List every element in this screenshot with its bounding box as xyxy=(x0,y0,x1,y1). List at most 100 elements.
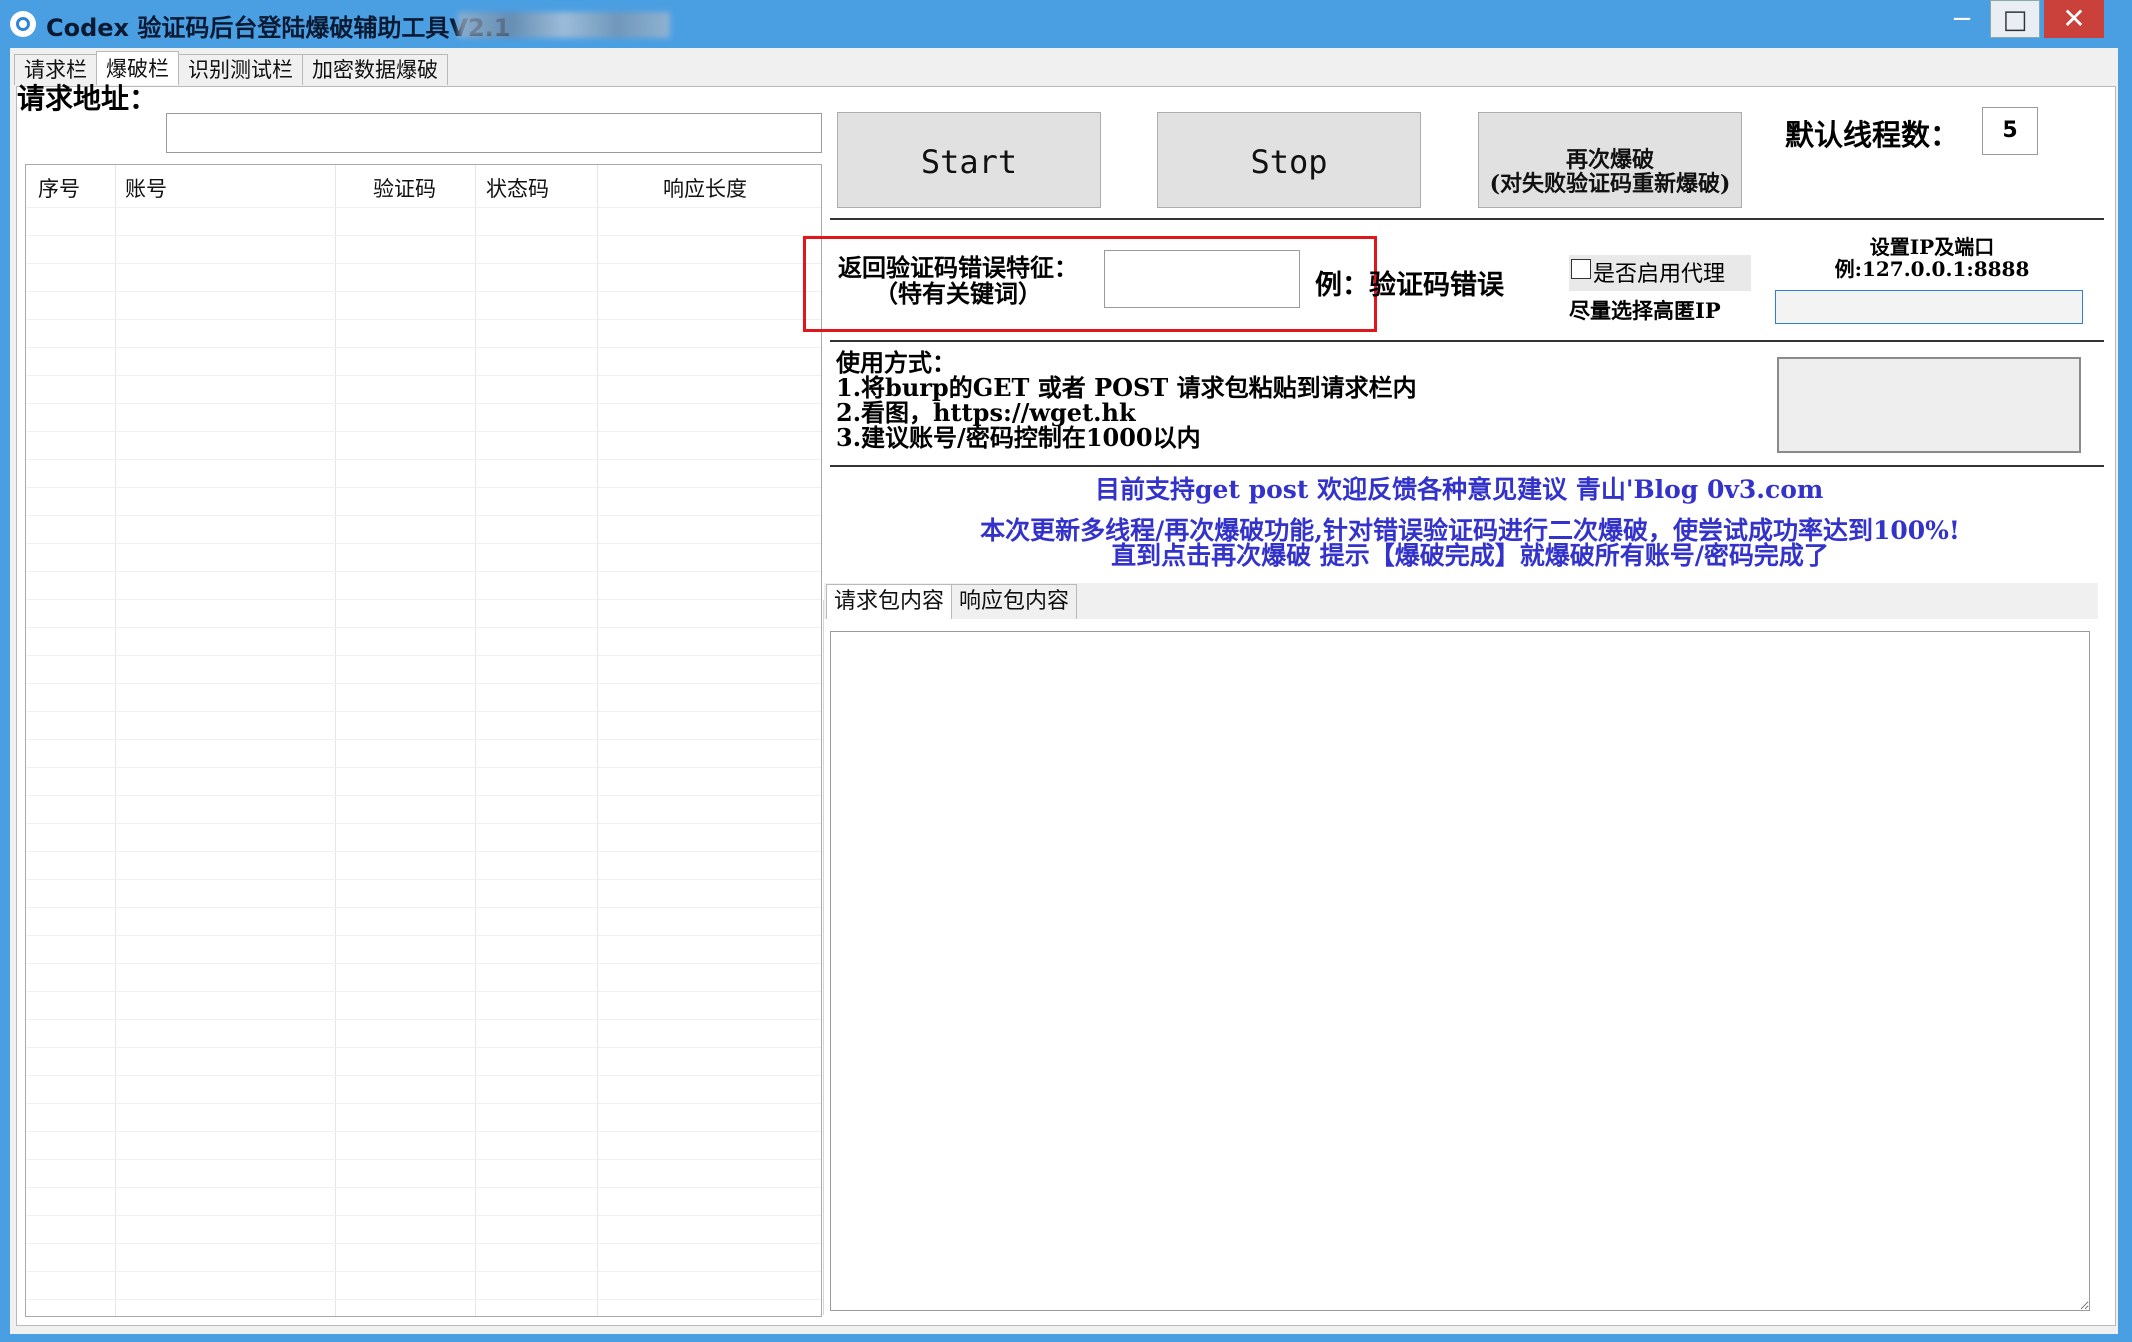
row-line xyxy=(26,347,821,348)
ip-label-title: 设置IP及端口 xyxy=(1869,235,1995,259)
row-line xyxy=(26,599,821,600)
row-line xyxy=(26,1019,821,1020)
row-line xyxy=(26,263,821,264)
usage-line: 3.建议账号/密码控制在1000以内 xyxy=(836,423,1201,452)
usage-line: 1.将burp的GET 或者 POST 请求包粘贴到请求栏内 xyxy=(836,373,1417,402)
row-line xyxy=(26,515,821,516)
usage-line: 2.看图，https://wget.hk xyxy=(836,398,1136,427)
row-line xyxy=(26,963,821,964)
row-line xyxy=(26,459,821,460)
divider xyxy=(830,465,2104,467)
row-line xyxy=(26,823,821,824)
threads-label: 默认线程数： xyxy=(1785,118,1960,152)
url-input[interactable] xyxy=(166,113,822,153)
proxy-hint: 尽量选择高匿IP xyxy=(1569,298,1721,323)
usage-instructions: 使用方式： 1.将burp的GET 或者 POST 请求包粘贴到请求栏内 2.看… xyxy=(836,350,1417,450)
app-window: Codex 验证码后台登陆爆破辅助工具V2.1 − □ ✕ 请求栏 爆破栏 识别… xyxy=(0,0,2132,1342)
row-line xyxy=(26,1299,821,1300)
window-title: Codex 验证码后台登陆爆破辅助工具V2.1 xyxy=(46,14,511,42)
row-line xyxy=(26,991,821,992)
row-line xyxy=(26,655,821,656)
column-divider xyxy=(335,165,336,1316)
result-table[interactable]: 序号 账号 验证码 状态码 响应长度 xyxy=(25,164,822,1317)
table-header: 序号 账号 验证码 状态码 响应长度 xyxy=(26,165,821,207)
error-feature-input[interactable] xyxy=(1104,250,1300,308)
row-line xyxy=(26,1215,821,1216)
url-label: 请求地址： xyxy=(17,82,158,115)
app-logo-icon xyxy=(10,11,36,37)
tab-encrypted-brute[interactable]: 加密数据爆破 xyxy=(302,54,448,85)
update-notice-line: 直到点击再次爆破 提示【爆破完成】就爆破所有账号/密码完成了 xyxy=(1111,541,1829,570)
close-icon[interactable]: ✕ xyxy=(2044,0,2104,38)
packet-tabs: 请求包内容 响应包内容 xyxy=(826,584,1078,619)
error-feature-example: 例：验证码错误 xyxy=(1315,270,1504,301)
row-line xyxy=(26,235,821,236)
row-line xyxy=(26,1047,821,1048)
update-notice: 本次更新多线程/再次爆破功能,针对错误验证码进行二次爆破，使尝试成功率达到100… xyxy=(836,518,2104,568)
retry-brute-button[interactable]: 再次爆破 (对失败验证码重新爆破) xyxy=(1478,112,1742,208)
support-notice: 目前支持get post 欢迎反馈各种意见建议 青山'Blog 0v3.com xyxy=(1095,475,1824,504)
divider xyxy=(830,340,2104,342)
column-header-account[interactable]: 账号 xyxy=(125,173,167,203)
divider xyxy=(830,218,2104,220)
column-header-captcha[interactable]: 验证码 xyxy=(373,173,436,203)
stop-button[interactable]: Stop xyxy=(1157,112,1421,208)
row-line xyxy=(26,1159,821,1160)
row-line xyxy=(26,627,821,628)
retry-brute-sublabel: (对失败验证码重新爆破) xyxy=(1489,170,1731,197)
update-notice-line: 本次更新多线程/再次爆破功能,针对错误验证码进行二次爆破，使尝试成功率达到100… xyxy=(980,516,1960,545)
row-line xyxy=(26,1271,821,1272)
row-line xyxy=(26,1075,821,1076)
row-line xyxy=(26,767,821,768)
row-line xyxy=(26,1131,821,1132)
tab-recognize-test[interactable]: 识别测试栏 xyxy=(178,54,303,85)
error-feature-label: 返回验证码错误特征： （特有关键词） xyxy=(838,255,1078,307)
title-bar[interactable]: Codex 验证码后台登陆爆破辅助工具V2.1 − □ ✕ xyxy=(0,0,2132,48)
row-line xyxy=(26,1243,821,1244)
error-feature-label-main: 返回验证码错误特征： xyxy=(838,253,1078,282)
usage-title: 使用方式： xyxy=(836,348,956,377)
row-line xyxy=(26,431,821,432)
ip-label: 设置IP及端口 例:127.0.0.1:8888 xyxy=(1822,236,2042,280)
packet-content-area[interactable] xyxy=(830,631,2090,1311)
error-feature-label-note: （特有关键词） xyxy=(874,279,1042,308)
tab-request-packet[interactable]: 请求包内容 xyxy=(826,584,953,619)
row-line xyxy=(26,1103,821,1104)
row-line xyxy=(26,935,821,936)
row-line xyxy=(26,319,821,320)
tab-response-packet[interactable]: 响应包内容 xyxy=(951,584,1078,619)
row-line xyxy=(26,207,821,208)
captcha-preview xyxy=(1777,357,2081,453)
redacted-region xyxy=(458,12,670,38)
row-line xyxy=(26,487,821,488)
row-line xyxy=(26,403,821,404)
row-line xyxy=(26,683,821,684)
ip-port-input[interactable] xyxy=(1775,290,2083,324)
row-line xyxy=(26,711,821,712)
column-header-index[interactable]: 序号 xyxy=(38,173,80,203)
threads-field[interactable]: 5 xyxy=(1982,107,2038,155)
start-button[interactable]: Start xyxy=(837,112,1101,208)
row-line xyxy=(26,375,821,376)
column-divider xyxy=(115,165,116,1316)
row-line xyxy=(26,571,821,572)
column-header-length[interactable]: 响应长度 xyxy=(663,173,747,203)
row-line xyxy=(26,739,821,740)
proxy-checkbox-label: 是否启用代理 xyxy=(1593,262,1726,287)
column-divider xyxy=(475,165,476,1316)
row-line xyxy=(26,879,821,880)
retry-brute-label: 再次爆破 xyxy=(1565,146,1654,173)
proxy-checkbox[interactable]: 是否启用代理 xyxy=(1569,255,1751,291)
row-line xyxy=(26,543,821,544)
maximize-icon[interactable]: □ xyxy=(1990,0,2040,38)
column-header-status[interactable]: 状态码 xyxy=(486,173,549,203)
minimize-icon[interactable]: − xyxy=(1934,0,1990,38)
row-line xyxy=(26,1187,821,1188)
checkbox-icon[interactable] xyxy=(1571,259,1591,279)
row-line xyxy=(26,907,821,908)
panel-splitter[interactable] xyxy=(823,600,824,1315)
row-line xyxy=(26,795,821,796)
column-divider xyxy=(597,165,598,1316)
ip-label-example: 例:127.0.0.1:8888 xyxy=(1834,257,2030,281)
row-line xyxy=(26,291,821,292)
